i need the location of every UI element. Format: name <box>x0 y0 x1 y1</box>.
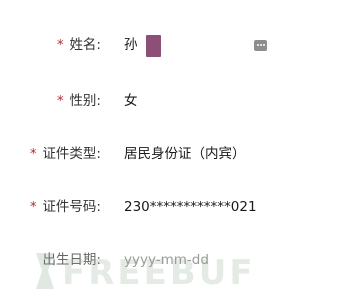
watermark-text: FREEBUF <box>62 253 256 291</box>
redaction-mark <box>146 35 161 57</box>
gender-label-text: 性别: <box>69 93 101 109</box>
required-mark: * <box>29 200 37 215</box>
required-mark: * <box>29 147 37 162</box>
id-type-field[interactable]: 居民身份证（内宾） <box>124 139 246 169</box>
id-number-label: * 证件号码: <box>30 192 101 222</box>
gender-label: * 性别: <box>57 86 101 116</box>
id-number-field[interactable]: 230************021 <box>124 192 257 222</box>
id-type-row: * 证件类型: 居民身份证（内宾） <box>0 139 337 169</box>
id-number-label-text: 证件号码: <box>42 199 101 215</box>
name-row: * 姓名: 孙 <box>0 30 337 60</box>
name-label-text: 姓名: <box>69 37 101 53</box>
id-type-label: * 证件类型: <box>30 139 101 169</box>
keyboard-icon[interactable] <box>254 40 267 51</box>
required-mark: * <box>56 94 64 109</box>
gender-row: * 性别: 女 <box>0 86 337 116</box>
watermark-logo: FREEBUF <box>32 251 294 291</box>
required-mark: * <box>56 38 64 53</box>
gender-field[interactable]: 女 <box>124 86 138 116</box>
watermark-graphic: FREEBUF <box>36 253 256 291</box>
name-label: * 姓名: <box>57 30 101 60</box>
name-field[interactable]: 孙 <box>124 30 138 60</box>
id-number-row: * 证件号码: 230************021 <box>0 192 337 222</box>
id-type-label-text: 证件类型: <box>42 146 101 162</box>
